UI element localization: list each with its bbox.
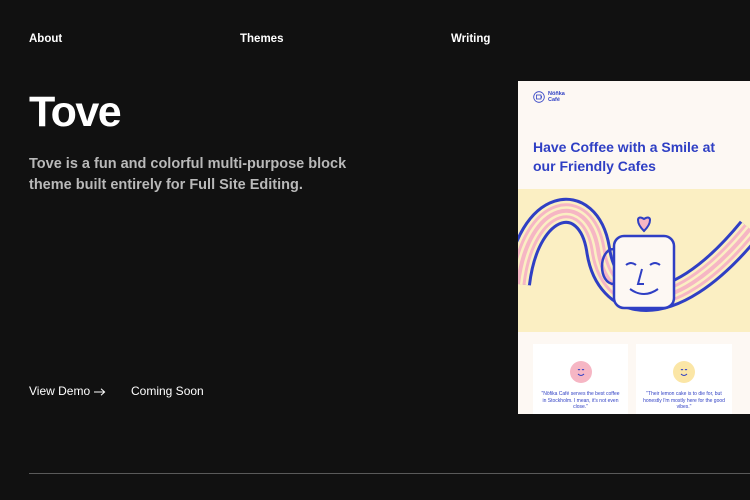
testimonial-card: "Nöfika Café serves the best coffee in S… bbox=[533, 344, 628, 414]
preview-brand: Nöñka Café bbox=[548, 91, 565, 103]
arrow-right-icon bbox=[94, 388, 106, 396]
preview-heading: Have Coffee with a Smile at our Friendly… bbox=[533, 139, 716, 174]
preview-illustration bbox=[518, 189, 750, 332]
nav-writing-link[interactable]: Writing bbox=[451, 33, 490, 45]
page-title: Tove bbox=[29, 88, 122, 136]
mug-logo-icon bbox=[533, 91, 545, 103]
smiley-face-icon bbox=[673, 361, 695, 383]
footer-divider bbox=[29, 473, 750, 474]
hero-description: Tove is a fun and colorful multi-purpose… bbox=[29, 156, 347, 193]
nav-about-link[interactable]: About bbox=[29, 33, 62, 45]
preview-brand-line-2: Café bbox=[548, 97, 560, 103]
smiling-mug-illustration bbox=[518, 197, 750, 312]
view-demo-link[interactable]: View Demo bbox=[29, 384, 106, 398]
coming-soon-link[interactable]: Coming Soon bbox=[131, 384, 204, 398]
theme-preview-image[interactable]: Nöñka Café Have Coffee with a Smile at o… bbox=[518, 81, 750, 414]
testimonial-quote: "Nöfika Café serves the best coffee in S… bbox=[541, 391, 620, 410]
view-demo-label: View Demo bbox=[29, 384, 91, 398]
smiley-face-icon bbox=[570, 361, 592, 383]
nav-themes-link[interactable]: Themes bbox=[240, 33, 283, 45]
testimonial-quote: "Their lemon cake is to die for, but hon… bbox=[643, 391, 725, 410]
testimonial-card: "Their lemon cake is to die for, but hon… bbox=[636, 344, 732, 414]
